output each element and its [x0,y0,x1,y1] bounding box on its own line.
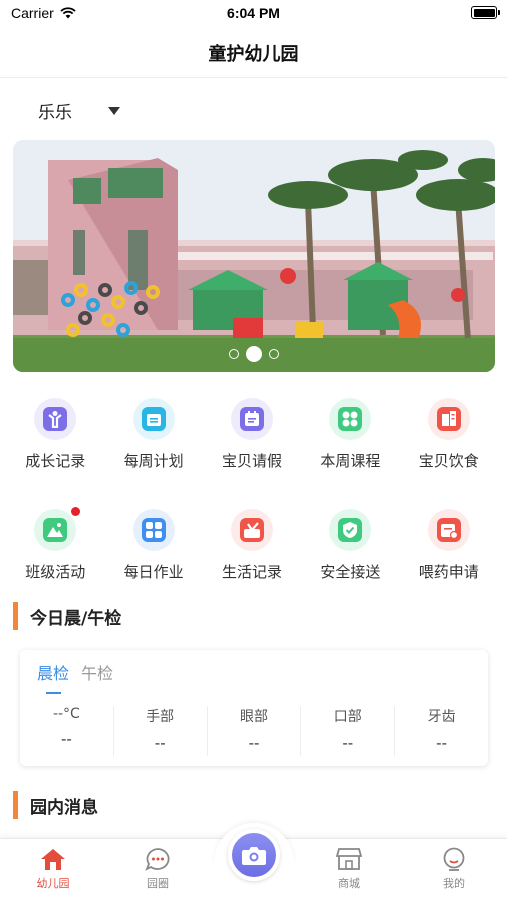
camera-button[interactable] [228,829,280,881]
medicine-request-icon [427,509,470,551]
icon-glyph [43,518,68,542]
caret-down-icon [108,106,120,115]
icon-glyph [141,407,166,431]
weekly-course-icon [329,398,372,440]
section-accent-bar [13,791,18,819]
check-label: 眼部 [239,709,268,725]
tab-shop[interactable]: 商城 [309,847,389,891]
daily-homework-icon [132,509,175,551]
icon-glyph [239,407,264,431]
check-tabs: 晨检 午检 [37,660,113,696]
tab-circle[interactable]: 园圈 [118,847,198,891]
check-value: -- [436,734,447,752]
icon-glyph [436,518,461,542]
carousel-indicator [13,346,495,362]
grid-item-label: 班级活动 [25,563,86,581]
check-item-eyes: 眼部 -- [208,706,302,756]
check-value: -- [248,734,260,752]
grid-item-daily-homework[interactable]: 每日作业 [104,509,202,582]
icon-glyph [436,407,461,431]
grid-item-diet[interactable]: 宝贝饮食 [400,398,498,471]
section-title: 园内消息 [30,797,98,818]
grid-item-medicine-request[interactable]: 喂药申请 [400,509,498,582]
child-name: 乐乐 [38,103,72,123]
battery-icon [471,6,500,19]
health-check-card: 晨检 午检 --°C -- 手部 -- 眼部 -- 口部 -- 牙齿 -- [20,650,488,766]
grid-item-weekly-plan[interactable]: 每周计划 [104,398,202,471]
tab-label: 园圈 [147,877,169,890]
chat-icon [145,848,170,871]
camera-icon [242,847,266,865]
grid-item-label: 宝贝饮食 [418,452,479,470]
grid-item-label: 生活记录 [221,563,282,581]
check-label: 手部 [146,709,175,725]
check-label: --°C [52,706,80,722]
child-selector[interactable]: 乐乐 [38,98,120,123]
check-item-teeth: 牙齿 -- [395,706,488,756]
section-accent-bar [13,602,18,630]
life-record-icon [230,509,273,551]
carousel-dot[interactable] [229,349,239,359]
tab-kindergarten[interactable]: 幼儿园 [13,847,93,891]
tab-label: 幼儿园 [36,877,70,890]
grid-item-label: 每日作业 [123,563,184,581]
grid-item-label: 本周课程 [320,452,381,470]
shop-icon [336,848,362,870]
page-title: 童护幼儿园 [208,44,299,65]
section-title: 今日晨/午检 [30,608,122,629]
grid-item-growth-record[interactable]: 成长记录 [6,398,104,471]
health-check-header: 今日晨/午检 [13,602,121,630]
check-item-temperature: --°C -- [20,706,114,756]
check-label: 牙齿 [427,709,456,725]
status-time: 6:04 PM [227,5,280,21]
grid-item-label: 成长记录 [25,452,86,470]
check-item-hands: 手部 -- [114,706,208,756]
bottom-tab-bar: 幼儿园 园圈 商城 我的 [0,823,507,900]
weekly-plan-icon [132,398,175,440]
diet-icon [427,398,470,440]
grid-item-leave-request[interactable]: 宝贝请假 [203,398,301,471]
home-icon [41,849,65,870]
status-bar: Carrier 6:04 PM [0,0,507,28]
grid-item-label: 喂药申请 [418,563,479,581]
safe-pickup-icon [329,509,372,551]
icon-glyph [141,518,166,542]
tab-noon-check[interactable]: 午检 [81,660,113,696]
profile-icon [443,847,465,871]
check-value: -- [154,734,166,752]
grid-item-label: 宝贝请假 [221,452,282,470]
icon-glyph [43,407,68,431]
icon-glyph [239,518,264,542]
grid-item-weekly-course[interactable]: 本周课程 [301,398,399,471]
check-label: 口部 [333,709,362,725]
notification-badge [71,507,81,516]
feature-grid: 成长记录 每周计划 宝贝请假 本周课程 宝贝饮食班级活动 每日作业 生活记录 安全接送 喂药申请 [6,398,498,582]
tab-label: 商城 [338,877,360,890]
grid-item-label: 每周计划 [123,452,184,470]
grid-item-class-activity[interactable]: 班级活动 [6,507,104,582]
grid-item-label: 安全接送 [320,563,381,581]
navigation-bar: 童护幼儿园 [0,28,507,78]
check-value: -- [342,734,354,752]
class-activity-icon [34,507,81,551]
carousel-dot-active[interactable] [246,346,262,362]
icon-glyph [338,518,363,542]
carousel-dot[interactable] [269,349,279,359]
tab-label: 我的 [443,877,465,890]
tab-mine[interactable]: 我的 [414,847,494,891]
icon-glyph [338,407,363,431]
grid-item-safe-pickup[interactable]: 安全接送 [301,509,399,582]
banner-carousel[interactable] [13,140,495,372]
check-item-mouth: 口部 -- [301,706,396,756]
growth-record-icon [34,398,77,440]
tab-morning-check[interactable]: 晨检 [37,660,69,696]
leave-request-icon [230,398,273,440]
check-value: -- [60,730,72,748]
playground-illustration [13,140,495,372]
news-header: 园内消息 [13,791,98,819]
grid-item-life-record[interactable]: 生活记录 [203,509,301,582]
check-columns: --°C -- 手部 -- 眼部 -- 口部 -- 牙齿 -- [20,706,488,756]
